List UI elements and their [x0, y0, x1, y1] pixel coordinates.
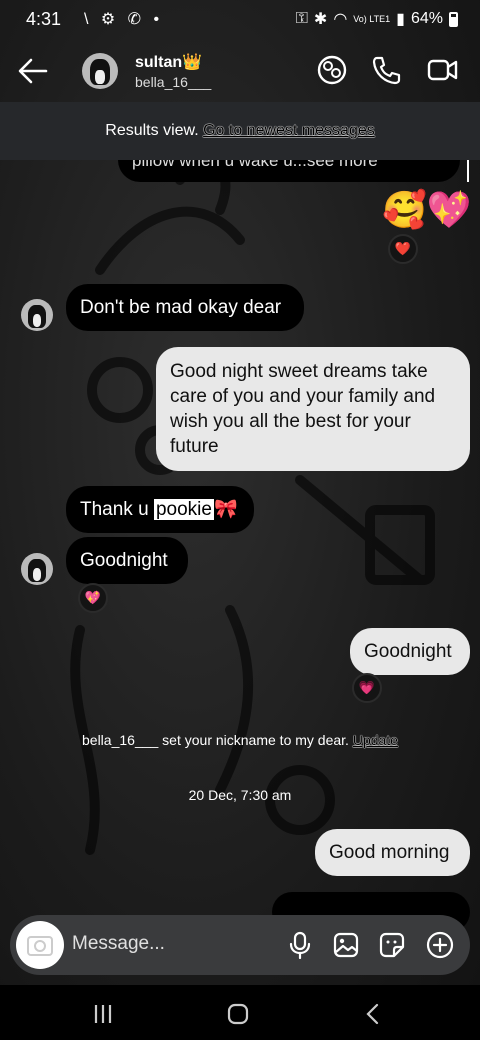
date-separator: 20 Dec, 7:30 am: [188, 787, 292, 803]
system-nav-bar: [0, 985, 480, 1040]
scroll-indicator: [467, 160, 469, 182]
message-composer: Message...: [10, 915, 470, 975]
system-icons: ⚿ ✱ ◠ Vo) LTE1 ▮ 64%: [296, 9, 458, 29]
camera-button[interactable]: [16, 921, 64, 969]
add-icon[interactable]: [426, 931, 454, 959]
battery-icon: [449, 11, 458, 27]
contact-username[interactable]: bella_16___: [135, 74, 211, 90]
sender-avatar[interactable]: [21, 553, 53, 585]
video-call-icon[interactable]: [426, 54, 458, 86]
gallery-icon[interactable]: [332, 931, 360, 959]
signal-icon: ▮: [396, 11, 405, 28]
results-banner-overlay: Results view. Go to newest messages: [0, 102, 480, 160]
bluetooth-icon: ✱: [313, 11, 328, 28]
contact-avatar[interactable]: [82, 53, 118, 89]
camera-icon: [27, 936, 53, 956]
back-nav-icon[interactable]: [362, 1002, 384, 1026]
home-icon[interactable]: [226, 1002, 250, 1026]
key-icon: ⚿: [295, 10, 308, 27]
sender-avatar[interactable]: [21, 299, 53, 331]
heart-reaction[interactable]: 💖: [78, 583, 108, 613]
status-bar: 4:31 \ ⚙ ✆ • ⚿ ✱ ◠ Vo) LTE1 ▮ 64%: [0, 0, 480, 40]
phone-call-icon[interactable]: [370, 54, 402, 86]
chat-header: sultan👑 bella_16___: [0, 40, 480, 102]
sticker-icon[interactable]: [378, 931, 406, 959]
outgoing-message[interactable]: Goodnight: [350, 628, 470, 675]
highlighted-search-term: pookie: [153, 499, 214, 520]
back-arrow-icon[interactable]: [16, 54, 50, 88]
microphone-icon[interactable]: [286, 931, 314, 959]
stickers-icon[interactable]: [316, 54, 348, 86]
recent-apps-icon[interactable]: [92, 1003, 114, 1025]
incoming-message[interactable]: Goodnight: [66, 537, 188, 584]
incoming-message[interactable]: Thank u pookie 🎀: [66, 486, 254, 533]
incoming-message[interactable]: Don't be mad okay dear: [66, 284, 304, 331]
network-label: Vo) LTE1: [353, 14, 391, 24]
status-time: 4:31: [26, 9, 62, 29]
update-link[interactable]: Update: [353, 732, 398, 748]
emoji-message[interactable]: 🥰💖: [382, 188, 472, 232]
outgoing-message[interactable]: Good night sweet dreams take care of you…: [156, 347, 470, 471]
nickname-system-message: bella_16___ set your nickname to my dear…: [82, 732, 398, 748]
message-input[interactable]: Message...: [72, 933, 165, 955]
heart-reaction[interactable]: ❤️: [388, 234, 418, 264]
contact-name[interactable]: sultan👑: [135, 52, 202, 72]
heart-reaction[interactable]: 💗: [352, 673, 382, 703]
outgoing-message[interactable]: Good morning: [315, 829, 470, 876]
wifi-icon: ◠: [333, 11, 348, 28]
battery-percent: 64%: [410, 10, 443, 27]
notification-icons: \ ⚙ ✆ •: [84, 11, 164, 28]
